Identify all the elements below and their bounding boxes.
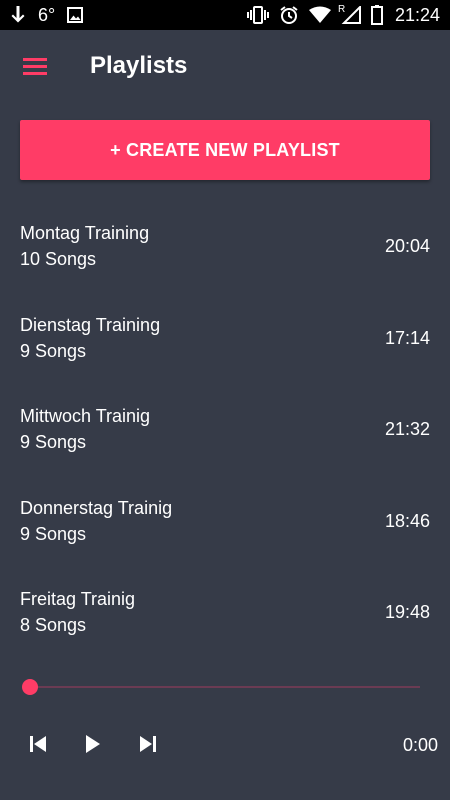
playback-time: 0:00 — [402, 735, 438, 755]
playlist-song-count: 10 Songs — [20, 249, 97, 269]
playlist-item[interactable]: Donnerstag Trainig 9 Songs 18:46 — [0, 480, 450, 572]
signal-icon: R — [337, 4, 361, 24]
playlist-item[interactable]: Mittwoch Trainig 9 Songs 21:32 — [0, 388, 450, 480]
playlist-name: Dienstag Training — [20, 314, 161, 335]
playlist-name: Freitag Trainig — [20, 589, 136, 609]
playlist-item[interactable]: Freitag Trainig 8 Songs 19:48 — [0, 571, 450, 663]
playlist-duration: 18:46 — [384, 510, 430, 531]
status-bar-right: R 21:24 — [246, 0, 440, 30]
playlist-name: Mittwoch Trainig — [20, 406, 151, 426]
status-clock: 21:24 — [394, 4, 440, 25]
skip-previous-icon[interactable] — [26, 732, 50, 756]
page-title: Playlists — [90, 52, 188, 79]
wifi-icon — [308, 6, 331, 24]
playlist-name: Donnerstag Trainig — [20, 497, 173, 518]
app-bar: Playlists — [0, 30, 450, 102]
playlist-name: Montag Training — [20, 223, 150, 243]
playlist-duration: 20:04 — [384, 236, 430, 256]
create-playlist-button[interactable]: + CREATE NEW PLAYLIST — [20, 120, 430, 180]
seek-thumb[interactable] — [22, 679, 38, 695]
playlist-list: Montag Training 10 Songs 20:04 Dienstag … — [0, 205, 450, 663]
seek-track — [30, 686, 420, 688]
player-controls: 0:00 — [0, 722, 450, 766]
playlist-song-count: 9 Songs — [20, 340, 87, 361]
playlist-duration: 21:32 — [384, 419, 430, 439]
roaming-indicator: R — [337, 4, 346, 15]
vibrate-icon — [246, 6, 269, 24]
playlist-song-count: 9 Songs — [20, 523, 87, 544]
image-icon — [67, 7, 84, 23]
temperature: 6° — [38, 4, 56, 25]
hamburger-menu-icon[interactable] — [20, 52, 50, 82]
play-icon[interactable] — [80, 732, 104, 756]
playlist-song-count: 9 Songs — [20, 432, 87, 452]
status-bar: 6° R 21:24 — [0, 0, 450, 30]
seek-bar[interactable] — [22, 677, 422, 697]
status-bar-left: 6° — [10, 0, 84, 30]
alarm-icon — [279, 5, 299, 25]
playlist-duration: 17:14 — [384, 327, 430, 348]
skip-next-icon[interactable] — [136, 732, 160, 756]
playlist-item[interactable]: Dienstag Training 9 Songs 17:14 — [0, 297, 450, 389]
playlist-duration: 19:48 — [384, 602, 430, 622]
playlist-song-count: 8 Songs — [20, 615, 87, 635]
playlist-item[interactable]: Montag Training 10 Songs 20:04 — [0, 205, 450, 297]
download-arrow-icon — [10, 5, 26, 25]
battery-icon — [370, 5, 383, 25]
